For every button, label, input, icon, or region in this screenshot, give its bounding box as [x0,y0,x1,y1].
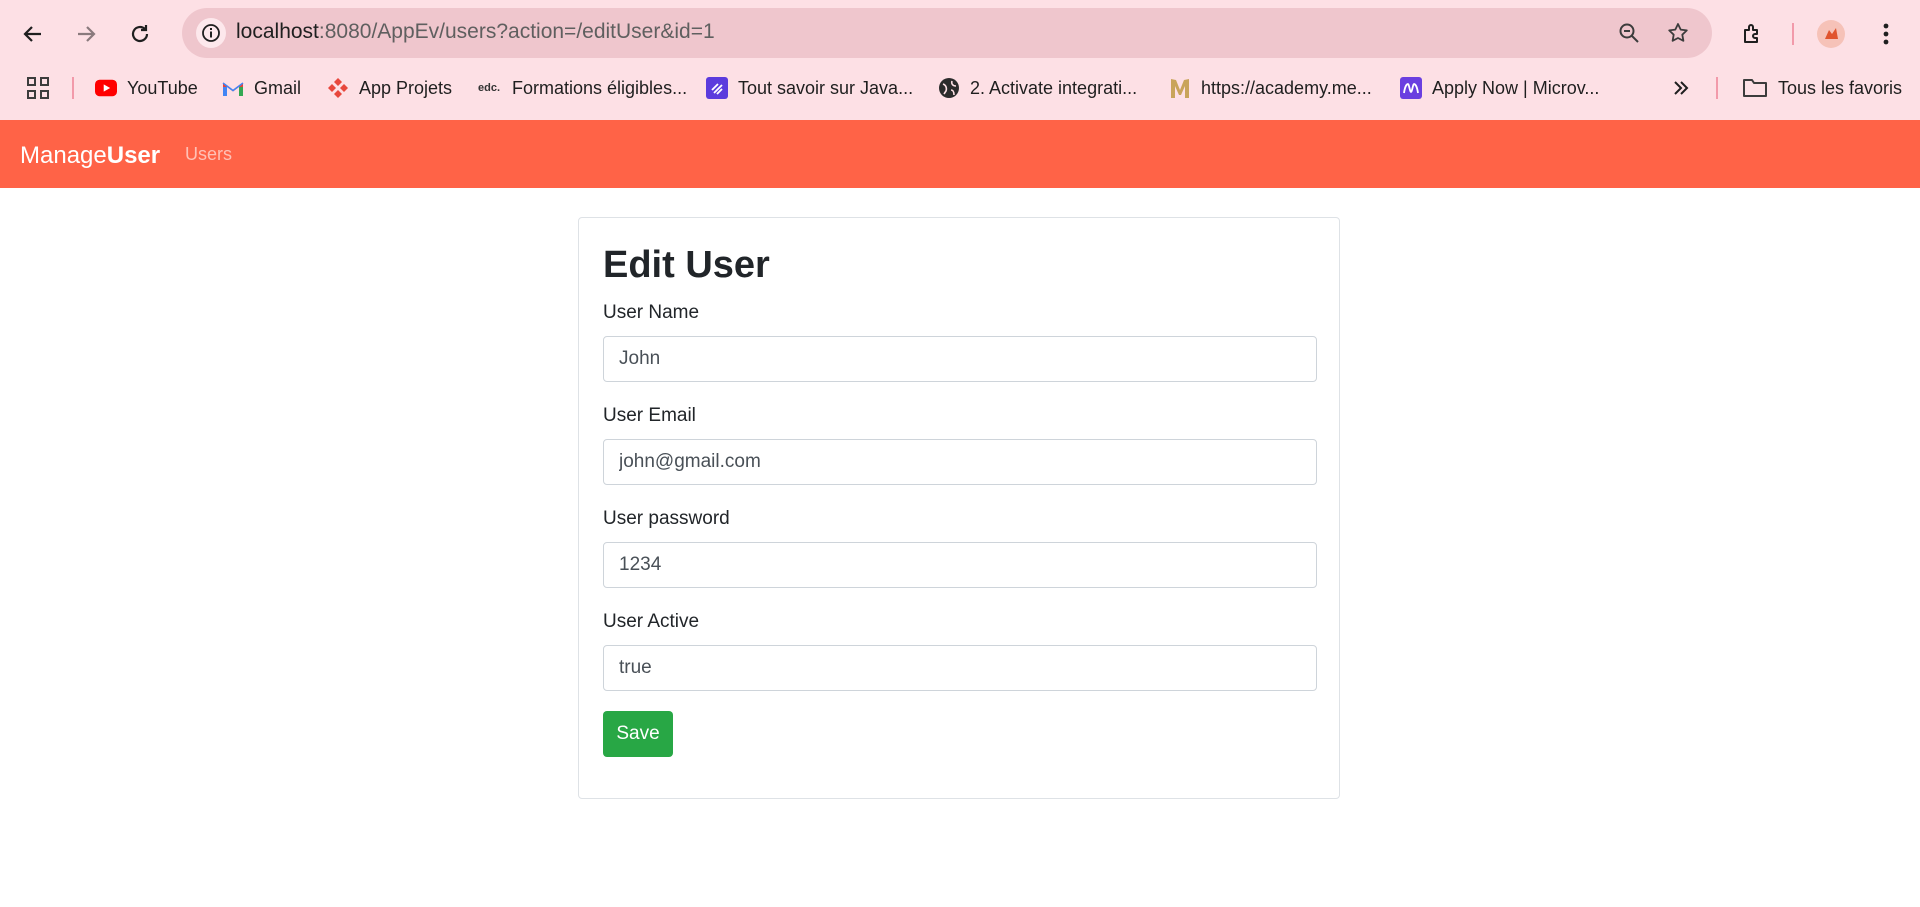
save-button[interactable]: Save [603,711,673,757]
youtube-icon [95,77,117,99]
bookmark-microv[interactable]: Apply Now | Microv... [1400,70,1599,106]
user-active-field[interactable] [603,645,1317,691]
bookmark-formations[interactable]: edc. Formations éligibles... [476,70,687,106]
bookmark-activate[interactable]: 2. Activate integrati... [938,70,1137,106]
nav-link-users[interactable]: Users [185,144,232,165]
address-bar[interactable]: localhost:8080/AppEv/users?action=/editU… [182,8,1712,58]
bookmark-star-icon[interactable] [1665,20,1691,46]
academy-icon [1169,77,1191,99]
toolbar-separator [1792,23,1794,45]
user-name-field[interactable] [603,336,1317,382]
url-text[interactable]: localhost:8080/AppEv/users?action=/editU… [236,20,715,44]
bookmark-label: Apply Now | Microv... [1432,77,1600,98]
all-bookmarks-folder[interactable]: Tous les favoris [1742,70,1902,106]
menu-kebab-icon[interactable] [1868,16,1904,52]
zoom-icon[interactable] [1616,20,1642,46]
bookmarks-overflow-chevron-icon[interactable] [1672,70,1690,106]
apps-grid-icon[interactable] [26,70,50,106]
bookmarks-bar: YouTube Gmail App Projets edc. Formation… [0,70,1920,106]
url-host: localhost [236,20,319,43]
bookmark-label: https://academy.me... [1201,77,1372,98]
bookmark-label: App Projets [359,77,453,98]
gmail-icon [222,77,244,99]
bookmarks-separator [72,77,74,99]
brand-manage: Manage [20,142,107,169]
profile-avatar[interactable] [1813,16,1849,52]
user-name-label: User Name [603,302,700,323]
user-password-label: User password [603,508,730,529]
user-email-field[interactable] [603,439,1317,485]
user-email-label: User Email [603,405,696,426]
bookmark-java[interactable]: Tout savoir sur Java... [706,70,913,106]
back-arrow-icon [23,26,41,42]
info-icon [202,24,220,42]
bookmark-academy[interactable]: https://academy.me... [1169,70,1372,106]
forward-arrow-icon [78,26,96,42]
folder-icon [1742,77,1768,99]
app-projets-icon [327,77,349,99]
bookmark-label: Tout savoir sur Java... [738,77,914,98]
bookmark-label: YouTube [127,77,198,98]
edc-icon: edc. [477,82,500,94]
browser-chrome: localhost:8080/AppEv/users?action=/editU… [0,0,1920,120]
user-password-field[interactable] [603,542,1317,588]
brand-user: User [106,142,161,169]
reload-button[interactable] [122,16,158,52]
extensions-icon[interactable] [1735,16,1771,52]
bookmark-app-projets[interactable]: App Projets [327,70,452,106]
bookmark-gmail[interactable]: Gmail [222,70,301,106]
bookmark-label: Gmail [254,77,302,98]
bookmarks-separator [1716,77,1718,99]
navbar-brand[interactable]: ManageUser [20,142,160,170]
bookmark-label: 2. Activate integrati... [970,77,1138,98]
globe-icon [938,77,960,99]
bookmark-youtube[interactable]: YouTube [95,70,198,106]
reload-icon [131,25,149,43]
site-info-button[interactable] [196,18,226,48]
forward-button[interactable] [68,16,104,52]
bookmark-label: Formations éligibles... [512,77,688,98]
microsoft-icon [1400,77,1422,99]
edit-user-card: Edit User User Name User Email User pass… [578,217,1340,799]
user-active-label: User Active [603,611,700,632]
app-navbar: ManageUser Users [0,120,1920,188]
back-button[interactable] [15,16,51,52]
url-path: :8080/AppEv/users?action=/editUser&id=1 [318,20,715,43]
all-bookmarks-label: Tous les favoris [1778,77,1903,98]
page-title: Edit User [603,244,770,286]
java-icon [706,77,728,99]
